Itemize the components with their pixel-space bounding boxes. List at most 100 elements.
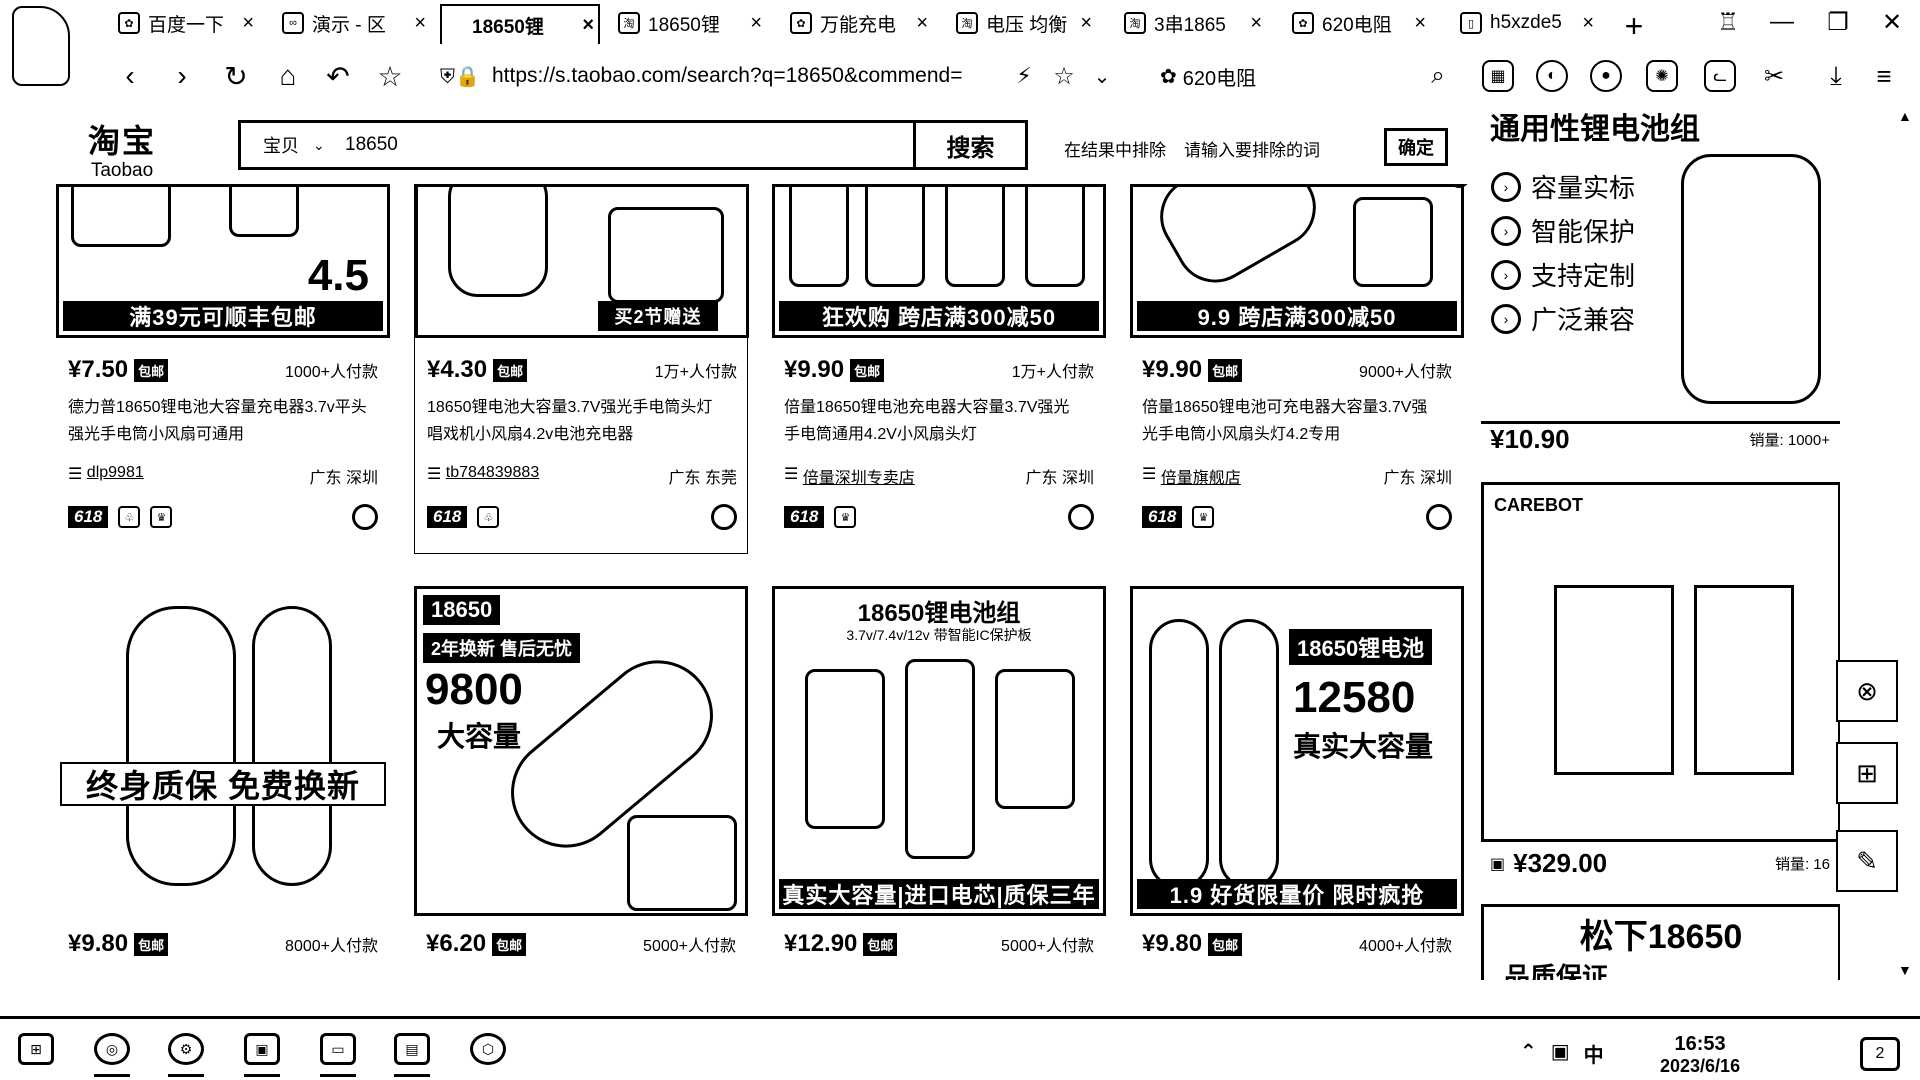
product-card[interactable]: 买2节赠送 ¥4.30 包邮 1万+人付款 18650锂电池大容量3.7V强光手… [414, 184, 749, 554]
start-button[interactable]: ⊞ [14, 1029, 58, 1069]
ad-image[interactable]: 松下18650 品质保证 [1481, 904, 1840, 980]
undo-close-button[interactable]: ↶ [320, 58, 356, 94]
new-tab-button[interactable]: + [1614, 8, 1654, 45]
exclude-input[interactable]: 请输入要排除的词 [1184, 136, 1320, 161]
download-icon[interactable]: ⤓ [1818, 58, 1854, 94]
product-image[interactable]: 9.9 跨店满300减50 [1130, 184, 1464, 338]
chat-icon[interactable] [352, 504, 378, 530]
product-image[interactable]: 终身质保 免费换新 [56, 586, 390, 916]
product-card[interactable]: 终身质保 免费换新 ¥9.80 包邮 8000+人付款 [56, 586, 390, 980]
search-input[interactable]: 18650 [341, 134, 913, 156]
chatgpt-icon[interactable]: ✺ [1646, 60, 1678, 92]
chat-icon[interactable] [1068, 504, 1094, 530]
ad-image[interactable]: CAREBOT [1481, 482, 1840, 842]
gift-float-icon[interactable]: ⊞ [1836, 742, 1898, 804]
tab-charger[interactable]: ✿ 万能充电 × [790, 8, 932, 38]
product-image[interactable]: 买2节赠送 [415, 184, 749, 338]
taskbar-browser[interactable]: ◎ [90, 1029, 134, 1077]
extension-icon[interactable]: ● [1590, 60, 1622, 92]
capacity-label: 真实大容量 [1293, 731, 1434, 762]
close-icon[interactable]: × [242, 12, 254, 35]
scissors-icon[interactable]: ✂ [1756, 58, 1792, 94]
product-image[interactable]: 18650锂电池组 3.7v/7.4v/12v 带智能IC保护板 真实大容量|进… [772, 586, 1106, 916]
close-icon[interactable]: × [1582, 12, 1594, 35]
browser-search-box[interactable]: ✿ 620电阻 [1160, 62, 1256, 91]
product-card[interactable]: 18650 2年换新 售后无忧 9800 大容量 ¥6.20 包邮 5000+人… [414, 586, 748, 980]
forward-button[interactable]: › [164, 58, 200, 94]
chat-icon[interactable] [1426, 504, 1452, 530]
close-icon[interactable]: × [414, 12, 426, 35]
lightning-icon[interactable]: ⚡ [1006, 58, 1042, 94]
product-image[interactable]: 4.5 满39元可顺丰包邮 [56, 184, 390, 338]
back-button[interactable]: ‹ [112, 58, 148, 94]
tab-voltage[interactable]: 淘 电压 均衡 × [956, 8, 1096, 38]
search-scope-select[interactable]: 宝贝 ⌄ [241, 132, 341, 158]
close-icon[interactable]: × [1414, 12, 1426, 35]
gift-icon: ♧ [477, 506, 500, 528]
taskbar-explorer[interactable]: ▭ [316, 1029, 360, 1077]
product-card[interactable]: 9.9 跨店满300减50 ¥9.90 包邮 9000+人付款 倍量18650锂… [1130, 184, 1464, 554]
tab-18650[interactable]: 淘 18650锂 × [618, 8, 766, 38]
network-icon[interactable]: ▣ [1551, 1039, 1570, 1068]
close-icon[interactable]: × [916, 12, 928, 35]
taskbar-settings[interactable]: ⚙ [164, 1029, 208, 1077]
tab-baidu[interactable]: ✿ 百度一下 × [118, 8, 258, 38]
clock[interactable]: 16:53 2023/6/16 [1660, 1033, 1740, 1077]
shop-link[interactable]: dlp9981 [87, 464, 144, 488]
close-icon[interactable]: × [1080, 12, 1092, 35]
extension-icon[interactable]: ◐ [1536, 60, 1568, 92]
price: ¥7.50 [68, 356, 129, 383]
product-title[interactable]: 德力普18650锂电池大容量充电器3.7v平头强光手电筒小风扇可通用 [68, 394, 368, 448]
product-card[interactable]: 18650锂电池组 3.7v/7.4v/12v 带智能IC保护板 真实大容量|进… [772, 586, 1106, 980]
taobao-logo[interactable]: 淘宝 Taobao [88, 116, 156, 182]
notification-icon[interactable]: 2 [1860, 1037, 1900, 1071]
product-title[interactable]: 倍量18650锂电池可充电器大容量3.7V强光手电筒小风扇头灯4.2专用 [1142, 394, 1442, 448]
product-card[interactable]: 狂欢购 跨店满300减50 ¥9.90 包邮 1万+人付款 倍量18650锂电池… [772, 184, 1106, 554]
favorite-star-icon[interactable]: ☆ [1046, 58, 1082, 94]
product-card[interactable]: 4.5 满39元可顺丰包邮 ¥7.50 包邮 1000+人付款 德力普18650… [56, 184, 390, 554]
confirm-button[interactable]: 确定 [1384, 128, 1448, 166]
shirt-skin-icon[interactable]: ♖ [1708, 8, 1748, 37]
reload-button[interactable]: ↻ [218, 58, 254, 94]
close-icon[interactable]: × [582, 14, 594, 37]
address-bar[interactable]: ⛨🔒 https://s.taobao.com/search?q=18650&c… [440, 58, 1100, 94]
tab-18650-active[interactable]: 18650锂 × [440, 4, 600, 44]
scroll-up-icon[interactable]: ▲ [1898, 108, 1912, 124]
product-title[interactable]: 倍量18650锂电池充电器大容量3.7V强光手电筒通用4.2V小风扇头灯 [784, 394, 1084, 448]
tab-demo[interactable]: ∞ 演示 - 区 × [282, 8, 430, 38]
scroll-down-icon[interactable]: ▼ [1898, 962, 1912, 978]
chevron-up-icon[interactable]: ⌃ [1520, 1039, 1537, 1068]
close-icon[interactable]: × [1250, 12, 1262, 35]
bookmark-star-icon[interactable]: ☆ [372, 58, 408, 94]
search-icon[interactable]: ⌕ [1420, 58, 1456, 94]
product-card[interactable]: 18650锂电池 12580 真实大容量 1.9 好货限量价 限时疯抢 ¥9.8… [1130, 586, 1464, 980]
edit-float-icon[interactable]: ✎ [1836, 830, 1898, 892]
close-window-button[interactable]: ✕ [1872, 8, 1912, 37]
home-button[interactable]: ⌂ [270, 58, 306, 94]
search-button[interactable]: 搜索 [913, 123, 1025, 167]
cat-icon[interactable]: ᓚ [1704, 60, 1736, 92]
tab-h5[interactable]: ▯ h5xzde5 × [1460, 8, 1598, 38]
taskbar-monitor[interactable]: ▤ [390, 1029, 434, 1077]
taskbar-3d[interactable]: ⬡ [466, 1029, 510, 1069]
product-image[interactable]: 狂欢购 跨店满300减50 [772, 184, 1106, 338]
minimize-button[interactable]: — [1762, 8, 1802, 36]
product-image[interactable]: 18650 2年换新 售后无忧 9800 大容量 [414, 586, 748, 916]
tab-resistor[interactable]: ✿ 620电阻 × [1292, 8, 1430, 38]
chat-icon[interactable] [711, 504, 737, 530]
restore-button[interactable]: ❐ [1818, 8, 1858, 37]
cart-float-icon[interactable]: ⊗ [1836, 660, 1898, 722]
grid-apps-icon[interactable]: ▦ [1482, 60, 1514, 92]
shop-link[interactable]: 倍量旗舰店 [1161, 464, 1241, 488]
shop-link[interactable]: tb784839883 [446, 464, 539, 488]
ime-indicator[interactable]: 中 [1584, 1039, 1604, 1068]
shop-link[interactable]: 倍量深圳专卖店 [803, 464, 915, 488]
taskbar-app[interactable]: ▣ [240, 1029, 284, 1077]
product-image[interactable]: 18650锂电池 12580 真实大容量 1.9 好货限量价 限时疯抢 [1130, 586, 1464, 916]
product-title[interactable]: 18650锂电池大容量3.7V强光手电筒头灯唱戏机小风扇4.2v电池充电器 [427, 394, 727, 448]
ad-image[interactable]: › 容量实标 › 智能保护 › 支持定制 › 广泛兼容 [1481, 144, 1840, 424]
chevron-down-icon[interactable]: ⌄ [1084, 58, 1120, 94]
close-icon[interactable]: × [750, 12, 762, 35]
tab-3s[interactable]: 淘 3串1865 × [1124, 8, 1266, 38]
menu-icon[interactable]: ≡ [1866, 58, 1902, 94]
